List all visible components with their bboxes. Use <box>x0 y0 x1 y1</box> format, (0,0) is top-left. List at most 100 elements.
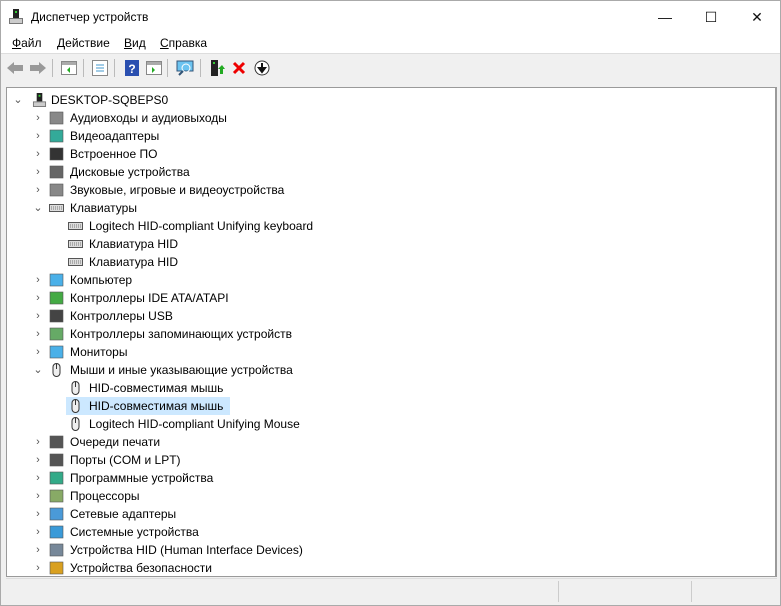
tree-category[interactable]: › Компьютер <box>7 271 775 289</box>
chevron-right-icon[interactable]: › <box>33 562 43 574</box>
tree-category[interactable]: › Системные устройства <box>7 523 775 541</box>
category-label: Мыши и иные указывающие устройства <box>70 363 293 377</box>
help-button[interactable]: ? <box>122 58 142 78</box>
tree-device[interactable]: HID-совместимая мышь <box>7 397 775 415</box>
chevron-right-icon[interactable]: › <box>33 490 43 502</box>
mouse-icon <box>52 363 61 377</box>
tree-category[interactable]: › Мониторы <box>7 343 775 361</box>
tree-category[interactable]: › Контроллеры IDE ATA/ATAPI <box>7 289 775 307</box>
tree-category[interactable]: › Устройства HID (Human Interface Devices… <box>7 541 775 559</box>
minimize-button[interactable]: — <box>642 1 688 33</box>
chevron-right-icon[interactable]: › <box>33 346 43 358</box>
tree-category[interactable]: › Видеоадаптеры <box>7 127 775 145</box>
chevron-right-icon[interactable]: › <box>33 436 43 448</box>
category-label: Контроллеры запоминающих устройств <box>70 327 292 341</box>
device-label: Logitech HID-compliant Unifying keyboard <box>89 219 314 233</box>
chevron-right-icon[interactable]: › <box>33 292 43 304</box>
tree-category[interactable]: › Контроллеры запоминающих устройств <box>7 325 775 343</box>
mouse-icon <box>71 399 80 413</box>
arrow-right-icon <box>30 62 46 74</box>
chevron-right-icon[interactable]: › <box>33 166 43 178</box>
menu-view[interactable]: Вид <box>124 36 146 50</box>
tree-device[interactable]: HID-совместимая мышь <box>7 379 775 397</box>
category-label: Устройства безопасности <box>70 561 212 575</box>
chevron-right-icon[interactable]: › <box>33 130 43 142</box>
mouse-icon <box>71 381 80 395</box>
chevron-right-icon[interactable]: › <box>33 274 43 286</box>
tree-device[interactable]: Клавиатура HID <box>7 235 775 253</box>
update-driver-icon <box>211 60 225 76</box>
tree-category[interactable]: › Дисковые устройства <box>7 163 775 181</box>
tree-category[interactable]: › Аудиовходы и аудиовыходы <box>7 109 775 127</box>
chevron-right-icon[interactable]: › <box>33 328 43 340</box>
chevron-right-icon[interactable]: › <box>33 454 43 466</box>
tree-category[interactable]: › Сетевые адаптеры <box>7 505 775 523</box>
category-label: Видеоадаптеры <box>70 129 160 143</box>
category-label: Порты (COM и LPT) <box>70 453 181 467</box>
chevron-down-icon[interactable]: ⌄ <box>13 94 23 106</box>
scan-hardware-button[interactable] <box>175 58 195 78</box>
svg-text:?: ? <box>128 62 135 76</box>
device-tree[interactable]: ⌄ DESKTOP-SQBEPS0 › Аудиовходы и аудиовых… <box>6 87 777 577</box>
tree-device[interactable]: Logitech HID-compliant Unifying keyboard <box>7 217 775 235</box>
menu-file[interactable]: Файл <box>12 36 42 50</box>
category-label: Звуковые, игровые и видеоустройства <box>70 183 285 197</box>
tree-category[interactable]: › Встроенное ПО <box>7 145 775 163</box>
uninstall-button[interactable] <box>229 58 249 78</box>
chevron-down-icon[interactable]: ⌄ <box>33 202 43 214</box>
category-label: Системные устройства <box>70 525 199 539</box>
properties-button[interactable] <box>90 58 110 78</box>
menu-help[interactable]: Справка <box>160 36 207 50</box>
console-tree-button[interactable] <box>59 58 79 78</box>
tree-category[interactable]: › Программные устройства <box>7 469 775 487</box>
menu-action[interactable]: Действие <box>57 36 110 50</box>
chevron-right-icon[interactable]: › <box>33 184 43 196</box>
root-label: DESKTOP-SQBEPS0 <box>51 93 169 107</box>
tree-category[interactable]: ⌄ Клавиатуры <box>7 199 775 217</box>
chevron-right-icon[interactable]: › <box>33 526 43 538</box>
menu-bar: Файл Действие Вид Справка <box>1 33 780 54</box>
category-label: Контроллеры USB <box>70 309 173 323</box>
category-label: Сетевые адаптеры <box>70 507 177 521</box>
chevron-right-icon[interactable]: › <box>33 508 43 520</box>
processor-icon <box>49 489 64 503</box>
chevron-right-icon[interactable]: › <box>33 310 43 322</box>
tree-category[interactable]: › Контроллеры USB <box>7 307 775 325</box>
maximize-button[interactable]: ☐ <box>688 1 734 33</box>
close-button[interactable]: ✕ <box>734 1 780 33</box>
device-label: Клавиатура HID <box>89 255 178 269</box>
storage-controller-icon <box>49 327 64 341</box>
properties-icon <box>92 60 108 76</box>
tree-category[interactable]: › Звуковые, игровые и видеоустройства <box>7 181 775 199</box>
tree-device[interactable]: Клавиатура HID <box>7 253 775 271</box>
category-label: Контроллеры IDE ATA/ATAPI <box>70 291 229 305</box>
chevron-right-icon[interactable]: › <box>33 544 43 556</box>
chevron-right-icon[interactable]: › <box>33 472 43 484</box>
disk-icon <box>49 165 64 179</box>
disable-button[interactable] <box>252 58 272 78</box>
run-action-button[interactable] <box>144 58 164 78</box>
tree-root[interactable]: ⌄ DESKTOP-SQBEPS0 <box>7 91 775 109</box>
chevron-right-icon[interactable]: › <box>33 148 43 160</box>
tree-category[interactable]: › Очереди печати <box>7 433 775 451</box>
back-button[interactable] <box>5 58 25 78</box>
console-tree-icon <box>61 61 77 75</box>
device-label: HID-совместимая мышь <box>89 381 224 395</box>
chevron-down-icon[interactable]: ⌄ <box>33 364 43 376</box>
update-driver-button[interactable] <box>207 58 227 78</box>
tree-device[interactable]: Logitech HID-compliant Unifying Mouse <box>7 415 775 433</box>
action-pane-icon <box>146 61 162 75</box>
keyboard-icon <box>68 222 83 230</box>
hid-icon <box>49 543 64 557</box>
category-label: Дисковые устройства <box>70 165 190 179</box>
device-manager-window: Диспетчер устройств — ☐ ✕ Файл Действие … <box>0 0 781 606</box>
tree-category[interactable]: › Процессоры <box>7 487 775 505</box>
computer-root-icon <box>32 93 47 107</box>
chevron-right-icon[interactable]: › <box>33 112 43 124</box>
forward-button[interactable] <box>28 58 48 78</box>
tree-category[interactable]: › Устройства безопасности <box>7 559 775 576</box>
speaker-icon <box>49 183 64 197</box>
tree-category[interactable]: ⌄ Мыши и иные указывающие устройства <box>7 361 775 379</box>
tree-category[interactable]: › Порты (COM и LPT) <box>7 451 775 469</box>
keyboard-icon <box>68 240 83 248</box>
